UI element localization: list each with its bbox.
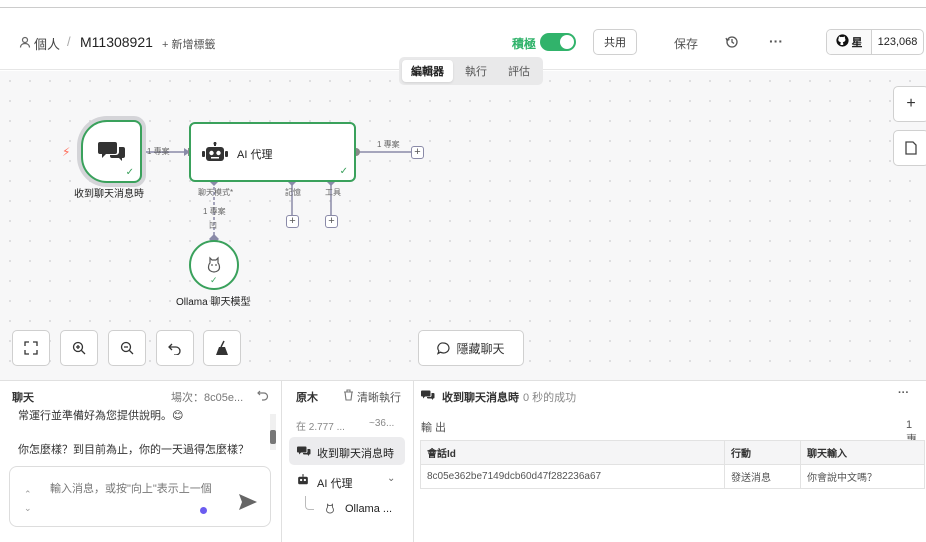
add-node-button[interactable]: + (893, 86, 926, 122)
chat-bubble-icon (437, 341, 451, 355)
add-tool-button[interactable]: + (325, 215, 338, 228)
fit-view-button[interactable] (12, 330, 50, 366)
broom-icon (216, 340, 228, 355)
zoom-out-button[interactable] (108, 330, 146, 366)
sticky-note-button[interactable] (893, 130, 926, 166)
ollama-node-label: Ollama 聊天模型 (176, 297, 251, 308)
chat-input-box[interactable]: ⌃ ⌄ 輸入消息，或按"向上"表示上一個 (9, 466, 271, 527)
chat-message-bot: 常運行並準備好為您提供說明。😊 (18, 410, 184, 422)
add-output-node-button[interactable]: + (411, 146, 424, 159)
column-header: 會話Id (420, 440, 725, 465)
tidy-up-button[interactable] (203, 330, 241, 366)
table-row: 8c05e362be7149dcb60d47f282236a67 發送消息 你會… (420, 464, 925, 489)
log-item-label: 收到聊天消息時 (317, 448, 394, 460)
output-table: 會話Id 行動 聊天輸入 8c05e362be7149dcb60d47f2822… (420, 440, 925, 489)
table-cell: 8c05e362be7149dcb60d47f282236a67 (420, 464, 725, 489)
send-icon[interactable] (238, 493, 258, 514)
trash-icon[interactable] (343, 389, 354, 404)
chevron-down-icon[interactable]: ⌄ (387, 473, 395, 484)
port-label-tool: 工具 (325, 188, 341, 197)
model-link-marker: 凹 (209, 221, 217, 230)
history-nav-icon[interactable]: ⌃ ⌄ (24, 487, 32, 515)
output-section-label: 輸 出 (421, 422, 447, 434)
chat-bubbles-icon (297, 445, 311, 460)
log-item-label: Ollama ... (345, 503, 393, 515)
execution-time: 在 2.777 ... (296, 422, 345, 433)
port-label-memory: 記憶 (285, 188, 301, 197)
clear-execution-button[interactable]: 清晰執行 (357, 389, 401, 405)
undo-button[interactable] (156, 330, 194, 366)
chat-message-bot: 你怎麼樣？到目前為止，你的一天過得怎麼樣？ (18, 444, 249, 456)
log-item-agent[interactable]: AI 代理 ⌄ (289, 469, 405, 493)
llama-icon (206, 255, 222, 276)
success-check-icon: ✓ (210, 275, 218, 285)
note-icon (905, 141, 917, 155)
output-more-button[interactable]: ··· (898, 387, 909, 399)
table-cell: 你會說中文嗎？ (800, 464, 925, 489)
log-item-ollama[interactable]: Ollama ... (319, 498, 407, 520)
chat-input-placeholder[interactable]: 輸入消息，或按"向上"表示上一個 (50, 481, 220, 498)
table-header-row: 會話Id 行動 聊天輸入 (420, 440, 925, 465)
robot-icon (296, 474, 310, 489)
session-id: 場次：8c05e... (171, 392, 244, 404)
hide-chat-label: 隱藏聊天 (456, 341, 505, 356)
connection-count-2: 1 專案 (377, 140, 400, 149)
fit-view-icon (24, 341, 38, 355)
hide-chat-button[interactable]: 隱藏聊天 (418, 330, 524, 366)
column-header: 聊天輸入 (800, 440, 925, 465)
tree-connector (305, 496, 314, 510)
log-item-trigger[interactable]: 收到聊天消息時 (289, 437, 405, 465)
output-status: 0 秒的成功 (523, 392, 577, 404)
chat-scrollbar-track[interactable] (270, 414, 276, 450)
trigger-node[interactable]: ✓ (81, 120, 142, 183)
status-dot (200, 507, 207, 514)
chat-panel-title: 聊天 (12, 392, 34, 404)
port-label-chat-model: 聊天模式* (198, 188, 234, 197)
chat-scrollbar-thumb[interactable] (270, 430, 276, 444)
logs-panel-title: 原木 (296, 392, 318, 404)
reset-session-icon[interactable] (257, 389, 269, 404)
connection-count-1: 1 專案 (147, 147, 170, 156)
trigger-bolt-icon: ⚡ (62, 145, 71, 159)
zoom-out-icon (120, 341, 134, 355)
success-check-icon: ✓ (125, 167, 134, 178)
ollama-model-node[interactable]: ✓ (189, 240, 239, 290)
column-header: 行動 (724, 440, 801, 465)
zoom-in-icon (72, 341, 86, 355)
robot-icon (202, 142, 228, 167)
llama-icon (325, 502, 335, 517)
success-check-icon: ✓ (339, 166, 348, 177)
connection-count-3: 1 專案 (203, 207, 226, 216)
divider (281, 381, 282, 542)
output-node-title: 收到聊天消息時 (442, 392, 519, 404)
zoom-in-button[interactable] (60, 330, 98, 366)
ai-agent-node[interactable]: AI 代理 ✓ (189, 122, 356, 182)
chat-bubbles-icon (98, 139, 126, 166)
execution-tokens: ~36... (369, 418, 395, 429)
log-item-label: AI 代理 (317, 478, 353, 490)
divider (413, 381, 414, 542)
table-cell: 發送消息 (724, 464, 801, 489)
undo-icon (168, 343, 181, 355)
ai-agent-label: AI 代理 (237, 149, 273, 161)
add-memory-button[interactable]: + (286, 215, 299, 228)
chat-bubbles-icon (421, 389, 435, 404)
trigger-node-label: 收到聊天消息時 (74, 189, 144, 200)
